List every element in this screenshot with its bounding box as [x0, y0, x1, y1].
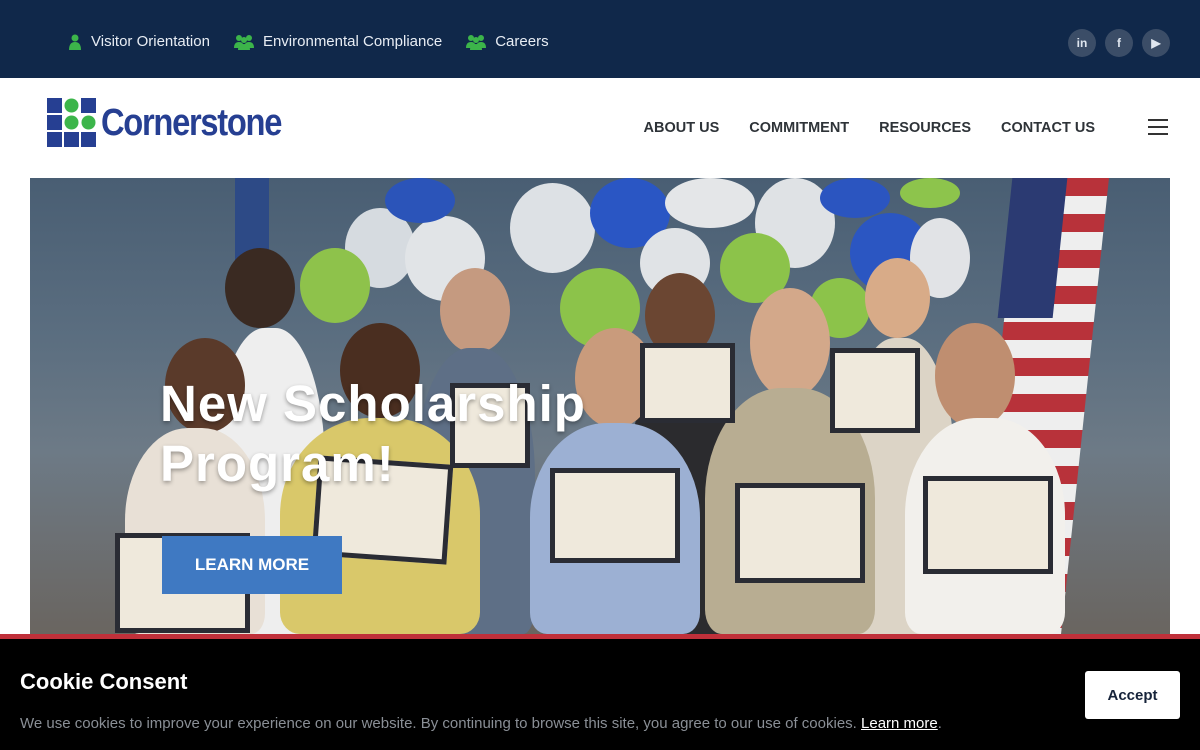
accept-button[interactable]: Accept [1085, 671, 1180, 719]
top-utility-bar: Visitor Orientation Environmental Compli… [0, 0, 1200, 78]
environmental-compliance-link[interactable]: Environmental Compliance [233, 33, 443, 50]
site-header: Cornerstone ABOUT US COMMITMENT RESOURCE… [0, 78, 1200, 178]
cookie-title: Cookie Consent [20, 669, 188, 694]
hero-title: New Scholarship Program! [160, 375, 586, 492]
youtube-icon[interactable]: ▶ [1142, 29, 1170, 57]
logo-wordmark: Cornerstone [101, 102, 282, 144]
main-nav: ABOUT US COMMITMENT RESOURCES CONTACT US [614, 120, 1095, 136]
cookie-text: We use cookies to improve your experienc… [20, 715, 857, 732]
careers-link[interactable]: Careers [466, 33, 549, 50]
site-logo[interactable]: Cornerstone [47, 98, 310, 149]
learn-more-link[interactable]: Learn more [861, 715, 938, 732]
nav-contact-us[interactable]: CONTACT US [1001, 120, 1095, 136]
hero-banner: New Scholarship Program! LEARN MORE [30, 178, 1170, 634]
cookie-consent-banner: Cookie Consent We use cookies to improve… [0, 634, 1200, 750]
environmental-compliance-label: Environmental Compliance [262, 33, 443, 50]
linkedin-icon[interactable]: in [1068, 29, 1096, 57]
cornerstone-logo-mark-icon [47, 98, 96, 147]
users-icon [466, 34, 487, 50]
visitor-orientation-label: Visitor Orientation [91, 33, 210, 50]
nav-about-us[interactable]: ABOUT US [644, 120, 720, 136]
nav-resources[interactable]: RESOURCES [879, 120, 971, 136]
person-icon [69, 34, 81, 50]
hamburger-menu-icon[interactable] [1148, 119, 1168, 135]
careers-label: Careers [495, 33, 549, 50]
cookie-text-end: . [937, 715, 942, 732]
learn-more-button[interactable]: LEARN MORE [162, 536, 342, 594]
utility-links: Visitor Orientation Environmental Compli… [68, 33, 573, 50]
visitor-orientation-link[interactable]: Visitor Orientation [68, 33, 210, 50]
users-icon [233, 34, 254, 50]
social-links: in f ▶ [1059, 29, 1170, 57]
nav-commitment[interactable]: COMMITMENT [749, 120, 849, 136]
cookie-message: We use cookies to improve your experienc… [20, 715, 942, 732]
facebook-icon[interactable]: f [1105, 29, 1133, 57]
